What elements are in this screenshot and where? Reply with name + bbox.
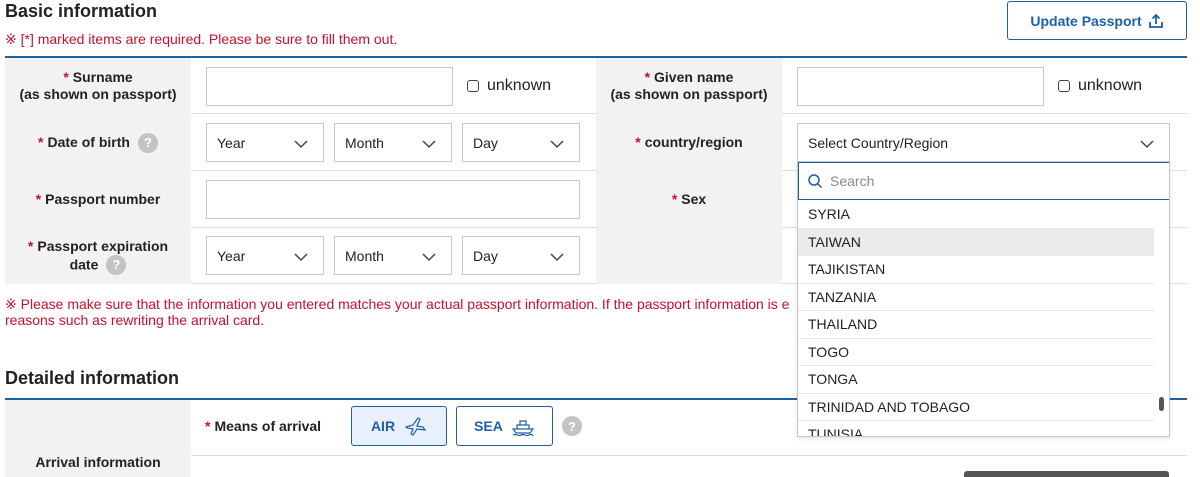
detailed-info-title: Detailed information (5, 368, 180, 388)
required-note: ※ [*] marked items are required. Please … (5, 31, 398, 47)
expiration-year-select[interactable]: Year (206, 236, 324, 275)
help-icon[interactable]: ? (106, 254, 127, 275)
surname-input[interactable] (206, 67, 453, 106)
country-option[interactable]: TAJIKISTAN (798, 256, 1154, 284)
chevron-down-icon (550, 253, 564, 262)
arrival-info-label: Arrival information (5, 400, 191, 477)
action-button[interactable] (964, 471, 1169, 477)
country-option[interactable]: THAILAND (798, 311, 1154, 339)
chevron-down-icon (294, 140, 308, 149)
passport-number-input[interactable] (206, 180, 580, 219)
air-label: AIR (370, 418, 396, 434)
update-passport-label: Update Passport (1030, 12, 1142, 29)
chevron-down-icon (422, 253, 436, 262)
checkbox-box[interactable] (467, 80, 479, 92)
country-option-highlighted[interactable]: TAIWAN (798, 228, 1154, 256)
given-name-input[interactable] (797, 67, 1044, 106)
country-option[interactable]: SYRIA (798, 201, 1154, 229)
country-label: * country/region (596, 114, 782, 171)
airplane-icon (404, 417, 427, 436)
sea-button[interactable]: SEA (456, 406, 553, 446)
given-name-unknown-checkbox[interactable]: unknown (1058, 77, 1142, 95)
unknown-label: unknown (487, 77, 552, 94)
country-select[interactable]: Select Country/Region (797, 123, 1170, 162)
basic-info-title: Basic information (5, 1, 158, 21)
divider (191, 455, 1187, 456)
surname-label: * Surname (as shown on passport) (5, 58, 191, 114)
empty-label-cell (596, 228, 782, 284)
surname-unknown-checkbox[interactable]: unknown (467, 77, 551, 95)
expiration-day-select[interactable]: Day (462, 236, 580, 275)
surname-row: * Surname (as shown on passport) unknown *… (5, 58, 1187, 114)
means-of-arrival-label: * Means of arrival (205, 418, 322, 434)
unknown-label: unknown (1078, 77, 1143, 94)
checkbox-box[interactable] (1058, 80, 1070, 92)
country-option[interactable]: TANZANIA (798, 284, 1154, 311)
chevron-down-icon (1140, 140, 1154, 149)
given-name-label: * Given name (as shown on passport) (596, 58, 782, 114)
chevron-down-icon (294, 253, 308, 262)
country-option[interactable]: TONGA (798, 366, 1154, 394)
dob-year-select[interactable]: Year (206, 123, 324, 162)
basic-info-form: * Surname (as shown on passport) unknown *… (5, 56, 1187, 284)
passport-note: ※ Please make sure that the information … (5, 296, 790, 328)
country-option-list: SYRIA TAIWAN TAJIKISTAN TANZANIA THAILAN… (798, 201, 1154, 436)
expiration-month-select[interactable]: Month (334, 236, 452, 275)
help-icon[interactable]: ? (137, 132, 158, 153)
help-icon[interactable]: ? (562, 416, 582, 436)
chevron-down-icon (422, 140, 436, 149)
search-icon (808, 173, 823, 188)
sex-label: * Sex (596, 171, 782, 228)
country-search-field[interactable]: Search (798, 162, 1169, 200)
dob-label: * Date of birth? (5, 114, 191, 171)
dropdown-scrollbar[interactable] (1159, 397, 1164, 411)
expiration-label: * Passport expiration date? (5, 228, 191, 284)
country-option[interactable]: TOGO (798, 339, 1154, 366)
sea-label: SEA (474, 418, 503, 434)
country-dropdown[interactable]: Search SYRIA TAIWAN TAJIKISTAN TANZANIA … (797, 161, 1170, 437)
dob-month-select[interactable]: Month (334, 123, 452, 162)
upload-icon (1148, 13, 1163, 28)
dob-day-select[interactable]: Day (462, 123, 580, 162)
air-button[interactable]: AIR (351, 406, 447, 446)
chevron-down-icon (550, 140, 564, 149)
country-option[interactable]: TUNISIA (798, 421, 1154, 436)
update-passport-button[interactable]: Update Passport (1007, 1, 1187, 40)
passport-number-label: * Passport number (5, 171, 191, 228)
search-placeholder: Search (830, 173, 875, 189)
country-option[interactable]: TRINIDAD AND TOBAGO (798, 394, 1154, 421)
ship-icon (511, 420, 535, 437)
